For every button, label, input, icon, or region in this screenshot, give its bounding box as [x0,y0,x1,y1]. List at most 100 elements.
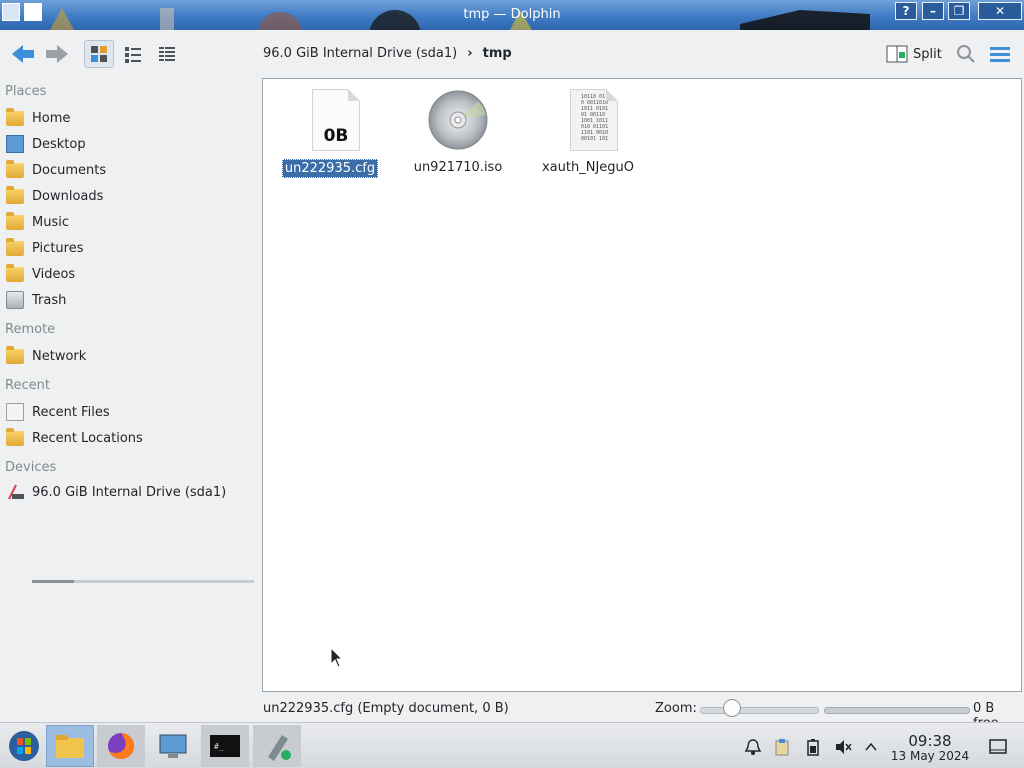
taskbar-usb-creator[interactable] [253,725,301,767]
tray-expand[interactable] [861,737,881,757]
clock-date[interactable]: 13 May 2024 [884,749,976,763]
breadcrumb-item-tmp[interactable]: tmp [483,46,512,61]
places-item-music[interactable]: Music [6,210,69,234]
taskbar-firefox[interactable] [97,725,145,767]
document-page: 10110 01 0 0011010 1011 0101 01 00110 10… [570,89,618,151]
battery-icon [807,739,819,756]
terminal-icon: #_ [210,735,240,757]
zoom-slider-handle[interactable] [723,699,741,717]
places-item-recent-files[interactable]: Recent Files [6,400,110,424]
file-name: un222935.cfg [281,159,379,178]
taskbar-file-manager[interactable] [46,725,94,767]
places-item-label: Trash [32,292,67,308]
free-space-bar [824,707,970,714]
music-folder-icon [6,211,24,230]
section-remote: Remote [5,322,56,337]
back-button[interactable] [8,40,38,68]
places-item-label: Desktop [32,136,86,152]
compact-view-icon [125,47,141,63]
pictures-folder-icon [6,237,24,256]
places-item-desktop[interactable]: Desktop [6,132,86,156]
places-item-label: Network [32,348,87,364]
places-item-home[interactable]: Home [6,106,70,130]
start-menu-icon [9,731,39,761]
file-view[interactable]: 0B un222935.cfg un921710.iso 10110 01 0 … [262,78,1022,692]
places-item-label: Videos [32,266,76,282]
taskbar-terminal[interactable]: #_ [201,725,249,767]
section-recent: Recent [5,378,50,393]
recent-files-icon [6,403,24,421]
videos-folder-icon [6,263,24,282]
places-item-drive[interactable]: 96.0 GiB Internal Drive (sda1) [6,480,226,504]
recent-locations-icon [6,427,24,446]
places-item-network[interactable]: Network [6,344,86,368]
status-text: un222935.cfg (Empty document, 0 B) [263,701,509,716]
network-folder-icon [6,345,24,364]
notifications-icon [744,739,762,755]
places-item-label: 96.0 GiB Internal Drive (sda1) [32,484,227,500]
empty-document-icon: 0B [298,87,362,153]
chevron-right-icon[interactable]: › [467,46,472,61]
details-view-button[interactable] [152,40,182,68]
places-item-label: Recent Locations [32,430,143,446]
drive-usage-fill [32,580,74,583]
places-item-label: Pictures [32,240,84,256]
places-item-videos[interactable]: Videos [6,262,75,286]
split-label: Split [913,46,942,62]
drive-icon [8,484,24,500]
help-button[interactable]: ? [895,2,917,20]
show-desktop-button[interactable] [988,737,1008,757]
documents-folder-icon [6,159,24,178]
split-button[interactable]: Split [886,42,942,66]
binary-file-icon: 10110 01 0 0011010 1011 0101 01 00110 10… [556,87,620,153]
tray-battery[interactable] [803,737,823,757]
disc-graphic [428,90,488,150]
downloads-folder-icon [6,185,24,204]
disc-image-icon [426,87,490,153]
home-folder-icon [6,107,24,126]
zoom-slider[interactable] [700,707,819,714]
window-titlebar[interactable]: tmp — Dolphin ? – ❐ ✕ [0,0,1024,30]
binary-pattern: 10110 01 0 0011010 1011 0101 01 00110 10… [581,94,609,142]
search-button[interactable] [951,40,981,68]
menu-button[interactable] [985,40,1015,68]
clock-time[interactable]: 09:38 [890,732,970,750]
search-icon [957,45,975,63]
file-size-badge: 0B [323,126,349,146]
close-button[interactable]: ✕ [978,2,1022,20]
file-item-un222935-cfg[interactable]: 0B un222935.cfg [275,87,385,178]
icons-view-button[interactable] [84,40,114,68]
file-item-un921710-iso[interactable]: un921710.iso [403,87,513,176]
zoom-label: Zoom: [655,701,697,716]
places-item-pictures[interactable]: Pictures [6,236,83,260]
start-menu-button[interactable] [0,725,48,767]
places-item-downloads[interactable]: Downloads [6,184,103,208]
forward-button[interactable] [42,40,72,68]
places-item-documents[interactable]: Documents [6,158,106,182]
places-item-recent-locations[interactable]: Recent Locations [6,426,143,450]
tray-notifications[interactable] [743,737,763,757]
arrow-left-icon [12,45,34,63]
file-item-xauth-njeguo[interactable]: 10110 01 0 0011010 1011 0101 01 00110 10… [533,87,643,176]
taskbar-system-settings[interactable] [150,725,198,767]
section-places: Places [5,84,47,99]
breadcrumb-item-drive[interactable]: 96.0 GiB Internal Drive (sda1) [263,46,457,61]
show-desktop-icon [989,739,1007,754]
mouse-cursor-icon [330,647,344,668]
places-item-label: Downloads [32,188,104,204]
system-settings-icon [159,734,187,758]
section-devices: Devices [5,460,57,475]
tray-volume[interactable] [833,737,853,757]
maximize-button[interactable]: ❐ [948,2,970,20]
usb-creator-icon [268,735,291,761]
tray-clipboard[interactable] [772,737,792,757]
window-title: tmp — Dolphin [463,7,561,22]
icons-view-icon [91,46,107,62]
file-name: un921710.iso [413,160,503,175]
places-item-label: Music [32,214,69,230]
places-item-trash[interactable]: Trash [6,288,66,312]
places-item-label: Recent Files [32,404,110,420]
minimize-button[interactable]: – [922,2,944,20]
svg-text:#_: #_ [214,742,224,751]
compact-view-button[interactable] [118,40,148,68]
